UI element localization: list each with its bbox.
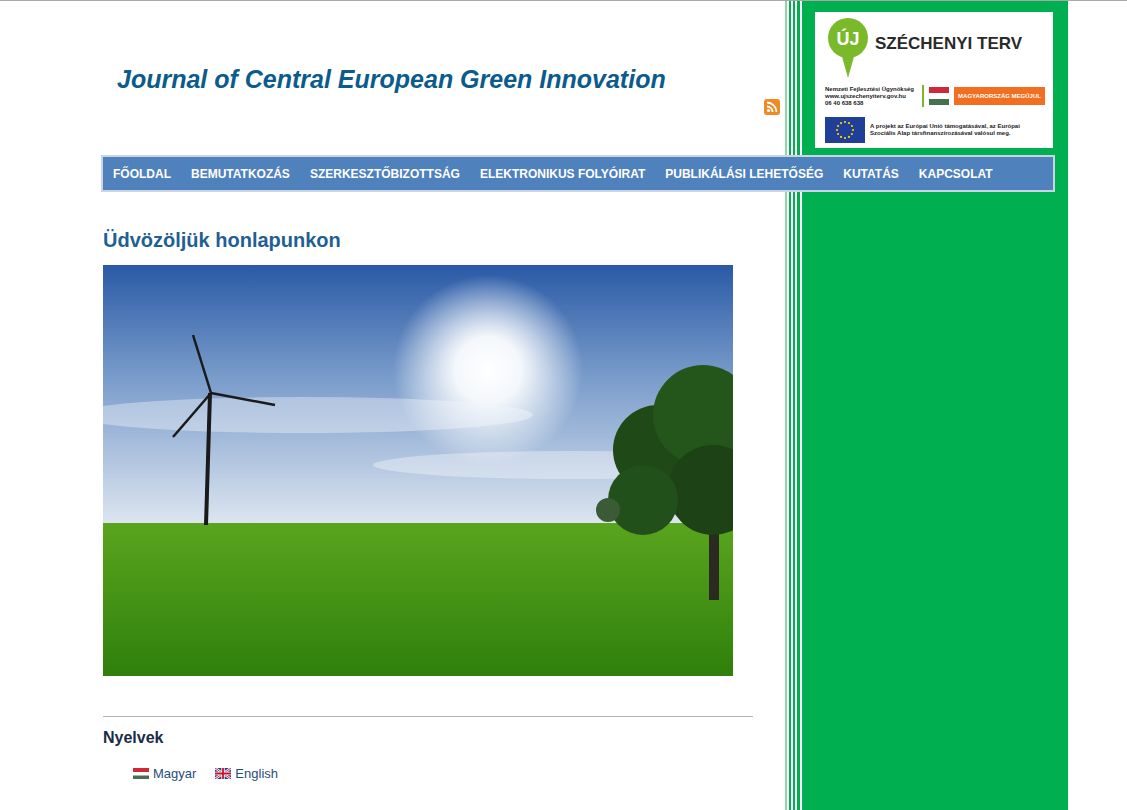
agency-name: Nemzeti Fejlesztési Ügynökség	[825, 86, 917, 93]
main-nav: FŐOLDAL BEMUTATKOZÁS SZERKESZTŐBIZOTTSÁG EL…	[101, 155, 1055, 192]
site-title[interactable]: Journal of Central European Green Innova…	[117, 63, 785, 95]
logo-bottom: A projekt az Európai Unió támogatásával,…	[825, 117, 1045, 143]
hungarian-flag-icon	[133, 768, 149, 779]
svg-text:ÚJ: ÚJ	[836, 28, 859, 49]
language-list: Magyar English	[103, 766, 753, 781]
language-link[interactable]: English	[215, 766, 278, 781]
nav-item[interactable]: KAPCSOLAT	[919, 167, 993, 181]
rss-row	[0, 99, 785, 115]
logo-divider	[922, 85, 924, 107]
language-link[interactable]: Magyar	[133, 766, 196, 781]
languages-heading: Nyelvek	[103, 728, 753, 748]
header: Journal of Central European Green Innova…	[0, 1, 1127, 155]
agency-block: Nemzeti Fejlesztési Ügynökség www.ujszec…	[825, 86, 917, 107]
wind-turbine-photo	[103, 265, 733, 676]
uk-flag-icon	[215, 768, 231, 779]
main-content: Üdvözöljük honlapunkon Nyelvek Magyar En…	[0, 228, 753, 781]
slogan: MAGYARORSZÁG MEGÚJUL	[954, 87, 1045, 105]
logo-name: SZÉCHENYI TERV	[875, 34, 1022, 54]
agency-url: www.ujszechenyiterv.gov.hu	[825, 93, 917, 100]
language-label: Magyar	[153, 766, 196, 781]
title-block: Journal of Central European Green Innova…	[0, 1, 785, 155]
language-label: English	[235, 766, 278, 781]
nav-item[interactable]: KUTATÁS	[843, 167, 899, 181]
divider	[103, 716, 753, 717]
nav-item[interactable]: PUBLIKÁLÁSI LEHETŐSÉG	[665, 167, 823, 181]
eu-note: A projekt az Európai Unió támogatásával,…	[870, 123, 1045, 138]
welcome-heading: Üdvözöljük honlapunkon	[103, 228, 753, 252]
nav-item[interactable]: BEMUTATKOZÁS	[191, 167, 290, 181]
page: Journal of Central European Green Innova…	[0, 0, 1127, 810]
nav-item[interactable]: SZERKESZTŐBIZOTTSÁG	[310, 167, 460, 181]
szechenyi-logo[interactable]: ÚJ SZÉCHENYI TERV Nemzeti Fejlesztési Üg…	[815, 12, 1053, 148]
eu-flag-icon	[825, 117, 865, 143]
nav-item[interactable]: FŐOLDAL	[113, 167, 171, 181]
agency-phone: 06 40 638 638	[825, 100, 917, 107]
nav-item[interactable]: ELEKTRONIKUS FOLYÓIRAT	[480, 167, 645, 181]
rss-icon[interactable]	[764, 99, 780, 115]
hungarian-flag-icon	[929, 87, 949, 105]
logo-mid: Nemzeti Fejlesztési Ügynökség www.ujszec…	[825, 85, 1045, 107]
pin-icon: ÚJ	[827, 17, 869, 79]
logo-top: ÚJ SZÉCHENYI TERV	[825, 17, 1045, 81]
